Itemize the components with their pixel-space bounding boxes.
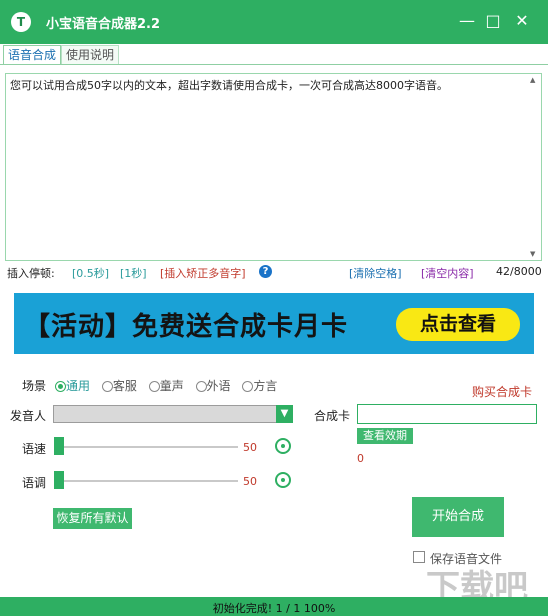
- tab-divider: [0, 64, 548, 65]
- app-logo-icon: T: [11, 12, 31, 32]
- card-input[interactable]: [357, 404, 537, 424]
- scene-options: 通用 客服 童声 外语 方言: [55, 377, 285, 394]
- banner-text: 【活动】免费送合成卡月卡: [24, 312, 349, 342]
- radio-icon: [242, 381, 254, 392]
- restore-defaults-button[interactable]: 恢复所有默认: [53, 508, 132, 529]
- scene-label: 场景: [22, 379, 47, 393]
- tab-speech-synthesis[interactable]: 语音合成: [3, 45, 62, 64]
- promo-banner[interactable]: 【活动】免费送合成卡月卡 点击查看: [14, 293, 534, 354]
- speed-label: 语速: [22, 442, 47, 456]
- insert-pause-label: 插入停顿:: [7, 267, 55, 280]
- save-audio-checkbox[interactable]: [413, 551, 425, 563]
- scroll-up-icon[interactable]: ▲: [530, 76, 535, 84]
- radio-icon: [101, 381, 113, 392]
- tab-instructions[interactable]: 使用说明: [61, 45, 120, 64]
- start-synthesis-button[interactable]: 开始合成: [412, 497, 504, 537]
- close-icon[interactable]: ✕: [509, 8, 535, 34]
- tone-slider-track[interactable]: [55, 480, 238, 482]
- insert-polyphone-link[interactable]: [插入矫正多音字]: [160, 265, 246, 281]
- scene-option-general[interactable]: 通用: [55, 377, 90, 394]
- clear-content-link[interactable]: [清空内容]: [421, 265, 474, 281]
- help-icon[interactable]: ?: [259, 265, 272, 278]
- tab-bar: 语音合成 使用说明: [3, 45, 120, 64]
- radio-icon: [195, 381, 207, 392]
- speed-reset-icon[interactable]: [275, 438, 291, 454]
- speed-slider-handle[interactable]: [54, 437, 64, 455]
- minimize-icon[interactable]: —: [454, 8, 480, 34]
- clear-spaces-link[interactable]: [清除空格]: [349, 265, 402, 281]
- tone-label: 语调: [22, 476, 47, 490]
- speaker-label: 发音人: [10, 409, 47, 423]
- maximize-icon[interactable]: □: [480, 8, 506, 34]
- check-validity-button[interactable]: 查看效期: [357, 428, 413, 444]
- tone-reset-icon[interactable]: [275, 472, 291, 488]
- speaker-select[interactable]: [53, 405, 293, 423]
- tone-value: 50: [243, 475, 257, 488]
- speed-slider-track[interactable]: [55, 446, 238, 448]
- scene-option-service[interactable]: 客服: [101, 377, 137, 394]
- window-title: 小宝语音合成器2.2: [46, 17, 161, 32]
- chevron-down-icon[interactable]: ▼: [276, 405, 293, 423]
- scene-option-child[interactable]: 童声: [148, 377, 184, 394]
- radio-icon: [55, 381, 66, 392]
- banner-view-button[interactable]: 点击查看: [396, 308, 520, 341]
- speed-value: 50: [243, 441, 257, 454]
- scene-option-foreign[interactable]: 外语: [195, 377, 231, 394]
- status-text: 初始化完成! 1 / 1 100%: [212, 602, 336, 615]
- card-label: 合成卡: [314, 409, 351, 423]
- tone-slider-handle[interactable]: [54, 471, 64, 489]
- scene-option-dialect[interactable]: 方言: [242, 377, 277, 394]
- text-input[interactable]: 您可以试用合成50字以内的文本，超出字数请使用合成卡，一次可合成高达8000字语…: [5, 73, 542, 261]
- radio-icon: [148, 381, 160, 392]
- insert-pause-half-link[interactable]: [0.5秒]: [72, 265, 109, 281]
- card-remaining: 0: [357, 452, 364, 465]
- buy-card-link[interactable]: 购买合成卡: [472, 383, 532, 400]
- scroll-down-icon[interactable]: ▼: [530, 250, 535, 258]
- insert-pause-one-link[interactable]: [1秒]: [120, 265, 147, 281]
- char-count: 42/8000: [496, 265, 542, 278]
